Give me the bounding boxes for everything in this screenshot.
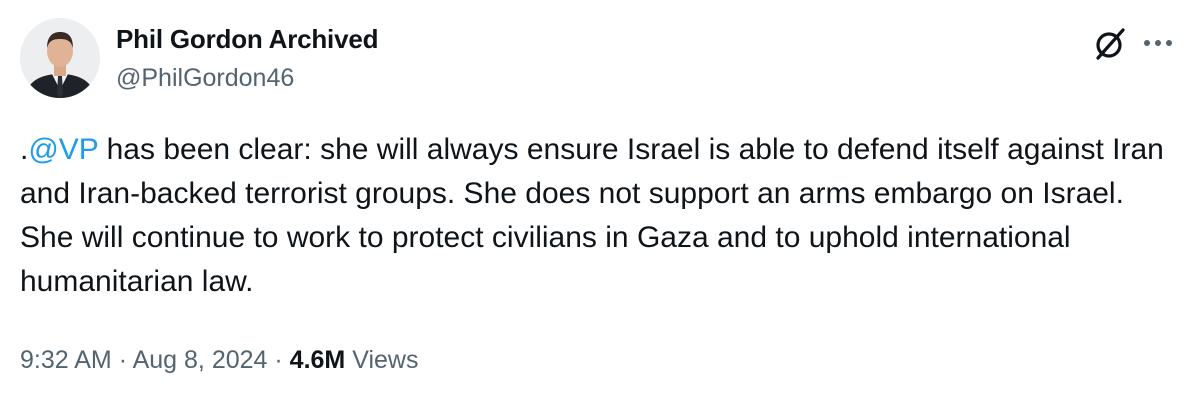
views-label: Views (352, 346, 419, 374)
tweet-card: Phil Gordon Archived @PhilGordon46 .@VP … (0, 0, 1200, 404)
author-display-name[interactable]: Phil Gordon Archived (116, 24, 378, 55)
avatar[interactable] (20, 18, 100, 98)
views-count: 4.6M (289, 346, 346, 374)
author-handle[interactable]: @PhilGordon46 (116, 64, 294, 93)
tweet-text-body: has been clear: she will always ensure I… (20, 133, 1164, 298)
tweet-date[interactable]: Aug 8, 2024 (133, 346, 268, 374)
tweet-meta: 9:32 AM · Aug 8, 2024 · 4.6M Views (20, 346, 418, 375)
grok-icon[interactable] (1090, 24, 1130, 64)
avatar-image (20, 18, 100, 98)
meta-separator: · (118, 346, 128, 374)
meta-separator: · (274, 346, 283, 374)
mention-link[interactable]: @VP (28, 133, 98, 166)
tweet-time[interactable]: 9:32 AM (20, 346, 112, 374)
more-icon[interactable] (1138, 30, 1178, 56)
tweet-text: .@VP has been clear: she will always ens… (20, 128, 1180, 304)
